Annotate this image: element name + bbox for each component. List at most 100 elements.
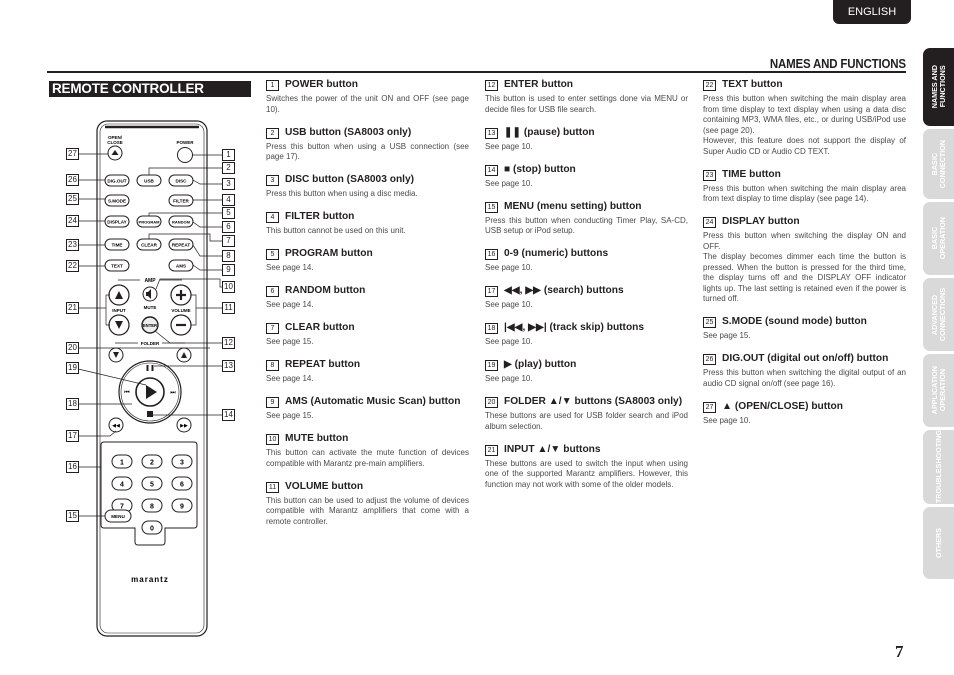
chapter-tab-troubleshooting[interactable]: TROUBLESHOOTING (923, 430, 954, 504)
item-description: This button is used to enter settings do… (485, 94, 688, 114)
button-description-item: 5 PROGRAM button See page 14. (266, 248, 469, 274)
item-description: See page 14. (266, 300, 314, 309)
button-description-item: 4 FILTER button This button cannot be used… (266, 211, 469, 237)
numeric-key-label: 0 (150, 526, 154, 533)
item-description: See page 10. (485, 141, 533, 151)
pause-icon[interactable] (146, 365, 149, 371)
item-title: PROGRAM button (285, 248, 373, 259)
s-mode-label: S.MODE (108, 199, 126, 204)
callout-number: 18 (66, 398, 79, 410)
item-number-badge: 18 (485, 323, 498, 334)
numeric-key-label: 9 (180, 504, 184, 511)
callout-number: 4 (222, 194, 235, 206)
program-label: PROGRAM (139, 220, 161, 225)
item-heading: 15 MENU (menu setting) button (485, 201, 688, 213)
callout-number: 14 (222, 409, 235, 421)
callout-number: 26 (66, 174, 79, 186)
item-description: This button can be used to adjust the vo… (266, 495, 469, 526)
item-heading: 13 ❚❚ (pause) button (485, 127, 688, 139)
button-description-item: 22 TEXT button Press this button when swit… (703, 79, 906, 157)
item-title: AMS (Automatic Music Scan) button (285, 396, 461, 407)
skip-forward-icon[interactable]: ⏭ (170, 390, 176, 396)
callout-number: 19 (66, 362, 79, 374)
button-description-item: 1 POWER button Switches the power of the u… (266, 79, 469, 115)
item-heading: 22 TEXT button (703, 79, 906, 91)
item-number-badge: 24 (703, 217, 716, 228)
item-heading: 20 FOLDER ▲/▼ buttons (SA8003 only) (485, 396, 688, 408)
language-tab[interactable]: ENGLISH (833, 0, 911, 24)
item-title: DISC button (SA8003 only) (285, 174, 415, 185)
button-description-item: 7 CLEAR button See page 15. (266, 322, 469, 348)
item-title: INPUT ▲/▼ buttons (504, 443, 601, 455)
item-heading: 14 ■ (stop) button (485, 164, 688, 176)
item-heading: 24 DISPLAY button (703, 216, 906, 228)
item-description: See page 10. (485, 300, 533, 309)
item-description: See page 15. (266, 411, 314, 420)
callout-number: 22 (66, 260, 79, 272)
button-description-item: 12 ENTER button This button is used to ent… (485, 79, 688, 115)
chapter-tab-advanced-connections[interactable]: ADVANCED CONNECTIONS (923, 278, 954, 351)
item-number-badge: 22 (703, 80, 716, 91)
numeric-key-label: 1 (120, 460, 124, 467)
volume-label: VOLUME (171, 308, 190, 313)
menu-label: MENU (111, 514, 125, 519)
remote-svg: OPEN/CLOSE POWER DIG.OUT USB DISC S.MODE… (73, 120, 222, 637)
chapter-tab-label: NAMES AND FUNCTIONS (929, 65, 947, 109)
item-description: Press this button when switching the dig… (703, 368, 906, 388)
skip-back-icon[interactable]: ⏮ (124, 390, 130, 396)
item-number-badge: 25 (703, 317, 716, 328)
item-title: ◀◀, ▶▶ (search) buttons (504, 285, 624, 296)
item-title: ▶ (play) button (504, 359, 577, 370)
power-button[interactable] (177, 147, 193, 163)
open-close-label: OPEN/CLOSE (107, 135, 123, 145)
chapter-tab-label: BASIC OPERATION (929, 217, 947, 260)
item-description: These buttons are used for USB folder se… (485, 411, 688, 431)
button-description-item: 23 TIME button Press this button when swit… (703, 169, 906, 205)
remote-illustration: OPEN/CLOSE POWER DIG.OUT USB DISC S.MODE… (60, 115, 240, 645)
item-number-badge: 6 (266, 286, 279, 297)
chapter-tab-label: BASIC CONNECTION (929, 139, 947, 189)
item-heading: 10 MUTE button (266, 433, 469, 445)
item-title: TIME button (722, 168, 781, 180)
repeat-label: REPEAT (172, 243, 190, 248)
item-description: See page 10. (485, 263, 533, 272)
button-description-item: 13 ❚❚ (pause) button See page 10. (485, 127, 688, 153)
chapter-tab-application-operation[interactable]: APPLICATION OPERATION (923, 354, 954, 427)
item-title: VOLUME button (285, 480, 364, 492)
callout-number: 12 (222, 337, 235, 349)
chapter-tab-basic-operation[interactable]: BASIC OPERATION (923, 202, 954, 275)
item-number-badge: 20 (485, 397, 498, 408)
chapter-tab-label: ADVANCED CONNECTIONS (929, 287, 947, 342)
callout-number: 15 (66, 510, 79, 522)
chapter-tab-others[interactable]: OTHERS (923, 507, 954, 579)
item-description: These buttons are used to switch the inp… (485, 458, 688, 489)
rewind-icon: ◀◀ (112, 423, 120, 429)
header-rule (47, 71, 906, 73)
item-title: FOLDER ▲/▼ buttons (SA8003 only) (504, 396, 683, 407)
item-number-badge: 23 (703, 169, 716, 181)
item-description: Press this button when switching the dis… (703, 231, 906, 303)
item-title: DIG.OUT (digital out on/off) button (722, 353, 889, 364)
item-description: Press this button when switching the mai… (703, 94, 906, 156)
stop-icon[interactable] (147, 411, 153, 417)
item-heading: 25 S.MODE (sound mode) button (703, 316, 906, 328)
item-heading: 4 FILTER button (266, 211, 469, 223)
numeric-key-label: 4 (120, 482, 124, 489)
item-description: See page 10. (485, 337, 533, 346)
random-label: RANDOM (172, 220, 191, 225)
button-description-item: 14 ■ (stop) button See page 10. (485, 164, 688, 190)
input-label: INPUT (112, 308, 126, 313)
item-description: Switches the power of the unit ON and OF… (266, 94, 469, 114)
time-label: TIME (112, 243, 123, 248)
item-heading: 2 USB button (SA8003 only) (266, 127, 469, 139)
filter-label: FILTER (173, 199, 189, 204)
callout-number: 23 (66, 239, 79, 251)
callout-number: 1 (222, 149, 235, 161)
button-description-item: 6 RANDOM button See page 14. (266, 285, 469, 311)
chapter-tab-basic-connection[interactable]: BASIC CONNECTION (923, 129, 954, 199)
button-description-item: 16 0-9 (numeric) buttons See page 10. (485, 248, 688, 274)
chapter-tab-names-and-functions[interactable]: NAMES AND FUNCTIONS (923, 48, 954, 126)
clear-label: CLEAR (141, 243, 158, 248)
item-number-badge: 10 (266, 434, 279, 445)
item-number-badge: 27 (703, 401, 716, 413)
